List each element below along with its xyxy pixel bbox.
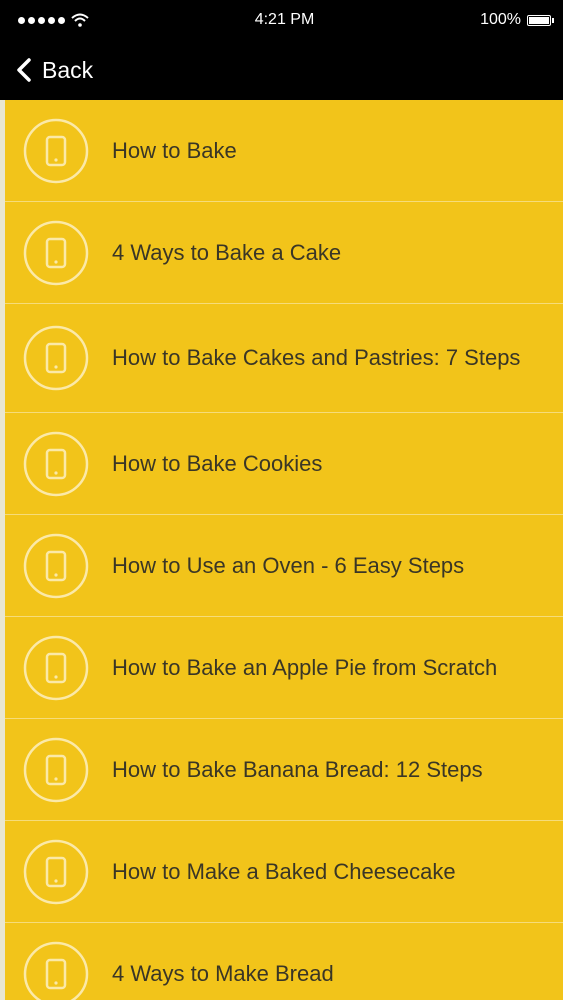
battery-icon — [527, 14, 554, 26]
list-item-label: How to Bake an Apple Pie from Scratch — [112, 654, 498, 680]
list-item[interactable]: How to Use an Oven - 6 Easy Steps — [5, 515, 563, 617]
phone-icon — [22, 117, 90, 185]
navigation-bar: Back — [0, 40, 563, 100]
list-item-label: How to Bake Cookies — [112, 450, 323, 476]
list-item[interactable]: 4 Ways to Make Bread — [5, 923, 563, 1000]
battery-percent: 100% — [480, 11, 521, 28]
article-list: How to Bake 4 Ways to Bake a Cake How to… — [0, 100, 563, 1000]
list-item[interactable]: How to Make a Baked Cheesecake — [5, 821, 563, 923]
list-item-label: How to Bake Cakes and Pastries: 7 Steps — [112, 345, 521, 370]
phone-icon — [22, 838, 90, 906]
status-bar: 4:21 PM 100% — [0, 0, 563, 40]
list-item-label: How to Bake Banana Bread: 12 Steps — [112, 756, 483, 782]
phone-icon — [22, 532, 90, 600]
list-item-label: 4 Ways to Bake a Cake — [112, 239, 342, 265]
phone-icon — [22, 219, 90, 287]
phone-icon — [22, 324, 90, 392]
status-left — [18, 13, 168, 27]
back-label: Back — [42, 56, 94, 83]
list-item[interactable]: How to Bake — [5, 100, 563, 202]
list-item[interactable]: How to Bake Cakes and Pastries: 7 Steps — [5, 304, 563, 413]
chevron-left-icon — [17, 58, 31, 82]
list-item-label: How to Use an Oven - 6 Easy Steps — [112, 552, 465, 578]
status-time: 4:21 PM — [254, 11, 315, 28]
list-item[interactable]: 4 Ways to Bake a Cake — [5, 202, 563, 304]
list-item[interactable]: How to Bake Cookies — [5, 413, 563, 515]
app-screen: 4:21 PM 100% Back How to Bake 4 Ways to … — [0, 0, 563, 1000]
list-item-label: 4 Ways to Make Bread — [112, 960, 334, 986]
signal-strength-icon — [18, 16, 65, 24]
list-item[interactable]: How to Bake Banana Bread: 12 Steps — [5, 719, 563, 821]
phone-icon — [22, 736, 90, 804]
phone-icon — [22, 940, 90, 1000]
wifi-icon — [71, 13, 89, 27]
back-button[interactable]: Back — [16, 57, 93, 84]
phone-icon — [22, 430, 90, 498]
list-item-label: How to Make a Baked Cheesecake — [112, 858, 456, 884]
list-item[interactable]: How to Bake an Apple Pie from Scratch — [5, 617, 563, 719]
status-right: 100% — [401, 11, 554, 29]
list-item-label: How to Bake — [112, 137, 237, 163]
phone-icon — [22, 634, 90, 702]
